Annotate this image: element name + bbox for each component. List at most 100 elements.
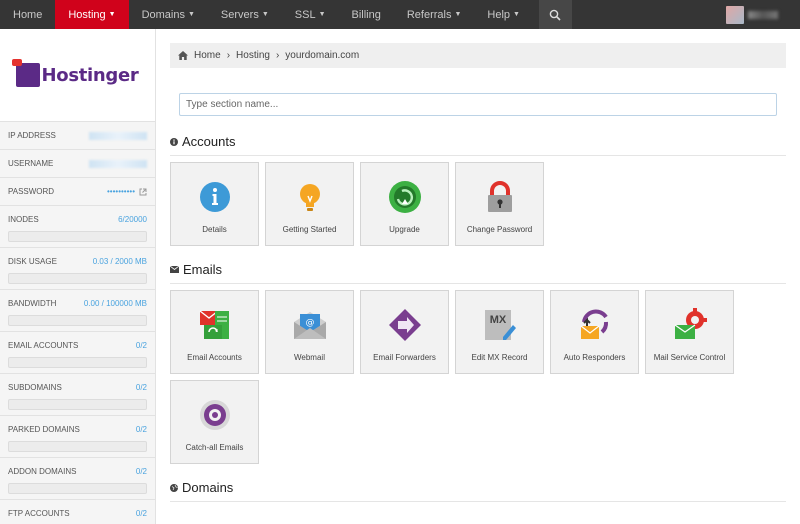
password-label: PASSWORD — [8, 187, 55, 196]
tile-label: Change Password — [466, 225, 533, 234]
sidebar-stat-subdomains: SUBDOMAINS 0/2 — [0, 374, 155, 416]
usage-bar — [8, 231, 147, 242]
emails-tiles: Email Accounts @ Webmail Email Forwarder… — [170, 290, 786, 464]
sidebar-stat-disk-usage: DISK USAGE 0.03 / 2000 MB — [0, 248, 155, 290]
stat-value: 0/2 — [135, 467, 147, 476]
tile-webmail[interactable]: @ Webmail — [265, 290, 354, 374]
usage-bar — [8, 357, 147, 368]
nav-ssl-label: SSL — [294, 8, 316, 21]
nav-domains[interactable]: Domains ▼ — [129, 0, 208, 29]
breadcrumb-separator: › — [226, 50, 231, 61]
external-link-icon[interactable] — [139, 188, 147, 196]
catch-all-icon — [198, 398, 232, 432]
stat-value: 0/2 — [135, 425, 147, 434]
tile-edit-mx-record[interactable]: MX Edit MX Record — [455, 290, 544, 374]
chevron-down-icon: ▼ — [108, 11, 116, 18]
section-header: Accounts — [170, 134, 786, 156]
nav-help[interactable]: Help ▼ — [474, 0, 533, 29]
section-search-input[interactable] — [179, 93, 777, 116]
nav-billing[interactable]: Billing — [339, 0, 394, 29]
tile-label: Email Accounts — [187, 353, 242, 362]
chevron-down-icon: ▼ — [513, 11, 520, 18]
lightbulb-icon — [293, 180, 327, 214]
tile-details[interactable]: Details — [170, 162, 259, 246]
nav-referrals-label: Referrals — [406, 8, 452, 21]
ip-address-label: IP ADDRESS — [8, 131, 56, 140]
nav-hosting[interactable]: Hosting ▼ — [55, 0, 129, 29]
info-icon — [198, 180, 232, 214]
nav-ssl[interactable]: SSL ▼ — [282, 0, 339, 29]
mail-service-icon — [673, 308, 707, 342]
sidebar-username: USERNAME — [0, 150, 155, 178]
domains-section: Domains — [170, 480, 786, 502]
sidebar: Hostinger IP ADDRESS USERNAME PASSWORD •… — [0, 29, 156, 524]
accounts-section: Accounts Details Getting Started Upgrade… — [170, 134, 786, 246]
stat-value: 0/2 — [135, 383, 147, 392]
tile-upgrade[interactable]: Upgrade — [360, 162, 449, 246]
nav-help-label: Help — [487, 8, 511, 21]
nav-servers[interactable]: Servers ▼ — [208, 0, 282, 29]
mx-badge: MX — [489, 314, 506, 326]
upgrade-icon — [388, 180, 422, 214]
logo[interactable]: Hostinger — [0, 29, 155, 122]
breadcrumb-home[interactable]: Home — [194, 50, 221, 61]
logo-text: Hostinger — [41, 64, 139, 86]
tile-label: Catch-all Emails — [185, 443, 244, 452]
breadcrumb-separator: › — [275, 50, 280, 61]
webmail-icon: @ — [293, 308, 327, 342]
sidebar-ip-address: IP ADDRESS — [0, 122, 155, 150]
tile-change-password[interactable]: Change Password — [455, 162, 544, 246]
usage-bar — [8, 441, 147, 452]
breadcrumb-hosting[interactable]: Hosting — [236, 50, 270, 61]
tile-email-accounts[interactable]: Email Accounts — [170, 290, 259, 374]
nav-servers-label: Servers — [220, 8, 259, 21]
email-accounts-icon — [198, 308, 232, 342]
top-navigation: Home Hosting ▼ Domains ▼ Servers ▼ SSL ▼ Bil… — [0, 0, 800, 29]
section-title: Accounts — [182, 134, 236, 149]
tile-label: Mail Service Control — [653, 353, 726, 362]
nav-home[interactable]: Home — [0, 0, 55, 29]
avatar — [726, 5, 744, 24]
chevron-down-icon: ▼ — [261, 11, 269, 18]
home-icon — [178, 51, 188, 60]
stat-value: 0.00 / 100000 MB — [83, 299, 147, 308]
tile-label: Auto Responders — [563, 353, 626, 362]
auto-responder-icon — [578, 308, 612, 342]
tile-label: Webmail — [294, 353, 325, 362]
search-button[interactable] — [538, 0, 572, 29]
usage-bar — [8, 399, 147, 410]
stat-label: FTP ACCOUNTS — [8, 509, 70, 518]
section-title: Domains — [182, 480, 234, 495]
tile-label: Email Forwarders — [373, 353, 436, 362]
section-title: Emails — [183, 262, 223, 277]
stat-value: 0/2 — [135, 341, 147, 350]
chevron-down-icon: ▼ — [187, 11, 195, 18]
breadcrumb: Home › Hosting › yourdomain.com — [170, 43, 786, 68]
globe-icon — [170, 483, 178, 492]
tile-catch-all-emails[interactable]: Catch-all Emails — [170, 380, 259, 464]
sidebar-stat-ftp-accounts: FTP ACCOUNTS 0/2 — [0, 500, 155, 524]
mx-record-icon: MX — [483, 308, 517, 342]
hostinger-logo-icon — [12, 59, 41, 87]
section-header: Emails — [170, 262, 786, 284]
username-value-blurred — [89, 159, 147, 168]
nav-hosting-label: Hosting — [68, 8, 106, 21]
ip-address-value-blurred — [89, 131, 147, 140]
nav-referrals[interactable]: Referrals ▼ — [394, 0, 475, 29]
stat-label: BANDWIDTH — [8, 299, 57, 308]
svg-text:@: @ — [305, 318, 314, 328]
tile-auto-responders[interactable]: Auto Responders — [550, 290, 639, 374]
chevron-down-icon: ▼ — [318, 11, 326, 18]
tile-label: Details — [202, 225, 227, 234]
username-label: USERNAME — [8, 159, 54, 168]
tile-getting-started[interactable]: Getting Started — [265, 162, 354, 246]
envelope-icon — [170, 266, 179, 273]
stat-value: 6/20000 — [118, 215, 147, 224]
stat-label: INODES — [8, 215, 39, 224]
tile-email-forwarders[interactable]: Email Forwarders — [360, 290, 449, 374]
tile-mail-service-control[interactable]: Mail Service Control — [645, 290, 734, 374]
accounts-tiles: Details Getting Started Upgrade Change P… — [170, 162, 786, 246]
user-menu[interactable] — [726, 5, 778, 24]
stat-label: PARKED DOMAINS — [8, 425, 80, 434]
info-circle-icon — [170, 137, 178, 146]
